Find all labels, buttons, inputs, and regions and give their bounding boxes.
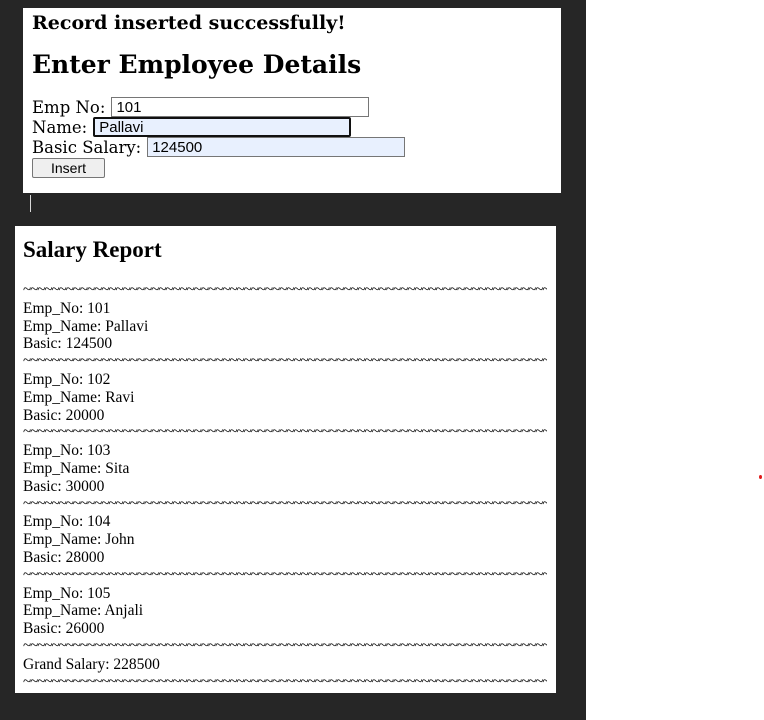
name-row: Name: bbox=[32, 116, 352, 138]
record-emp-name: Emp_Name: Pallavi bbox=[23, 317, 149, 335]
report-title: Salary Report bbox=[23, 237, 162, 262]
emp-no-row: Emp No: bbox=[32, 96, 370, 118]
separator-line: ~~~~~~~~~~~~~~~~~~~~~~~~~~~~~~~~~~~~~~~~… bbox=[23, 353, 547, 370]
separator-line: ~~~~~~~~~~~~~~~~~~~~~~~~~~~~~~~~~~~~~~~~… bbox=[23, 282, 547, 298]
separator-line: ~~~~~~~~~~~~~~~~~~~~~~~~~~~~~~~~~~~~~~~~… bbox=[23, 424, 547, 441]
record-emp-name: Emp_Name: John bbox=[23, 531, 135, 549]
basic-salary-row: Basic Salary: bbox=[32, 136, 406, 158]
emp-no-label: Emp No: bbox=[32, 97, 106, 117]
separator-line: ~~~~~~~~~~~~~~~~~~~~~~~~~~~~~~~~~~~~~~~~… bbox=[23, 673, 547, 690]
salary-report-panel: Salary Report ~~~~~~~~~~~~~~~~~~~~~~~~~~… bbox=[15, 226, 556, 693]
emp-no-input[interactable] bbox=[111, 97, 370, 117]
record-basic: Basic: 20000 bbox=[23, 406, 105, 424]
page: { "form": { "success_message": "Record i… bbox=[0, 0, 764, 720]
record-basic: Basic: 26000 bbox=[23, 620, 105, 638]
separator-line: ~~~~~~~~~~~~~~~~~~~~~~~~~~~~~~~~~~~~~~~~… bbox=[23, 495, 547, 512]
record-basic: Basic: 30000 bbox=[23, 477, 105, 495]
insert-button[interactable]: Insert bbox=[32, 158, 105, 178]
record-emp-no: Emp_No: 103 bbox=[23, 442, 111, 460]
separator-line: ~~~~~~~~~~~~~~~~~~~~~~~~~~~~~~~~~~~~~~~~… bbox=[23, 637, 547, 654]
record-emp-no: Emp_No: 101 bbox=[23, 299, 111, 317]
separator-line: ~~~~~~~~~~~~~~~~~~~~~~~~~~~~~~~~~~~~~~~~… bbox=[23, 566, 547, 583]
name-input[interactable] bbox=[93, 117, 352, 137]
red-dot-marker bbox=[759, 475, 762, 479]
record-emp-name: Emp_Name: Anjali bbox=[23, 602, 144, 620]
record-emp-no: Emp_No: 105 bbox=[23, 584, 111, 602]
record-emp-no: Emp_No: 104 bbox=[23, 513, 111, 531]
basic-salary-label: Basic Salary: bbox=[32, 137, 142, 157]
name-label: Name: bbox=[32, 117, 88, 137]
record-basic: Basic: 28000 bbox=[23, 548, 105, 566]
grand-salary: Grand Salary: 228500 bbox=[23, 655, 160, 673]
record-emp-name: Emp_Name: Sita bbox=[23, 459, 130, 477]
form-title: Enter Employee Details bbox=[32, 50, 362, 79]
employee-form-panel: Record inserted successfully! Enter Empl… bbox=[23, 8, 561, 193]
record-basic: Basic: 124500 bbox=[23, 335, 113, 353]
text-cursor bbox=[30, 195, 31, 212]
report-body: ~~~~~~~~~~~~~~~~~~~~~~~~~~~~~~~~~~~~~~~~… bbox=[23, 282, 547, 691]
record-emp-name: Emp_Name: Ravi bbox=[23, 388, 135, 406]
success-message: Record inserted successfully! bbox=[32, 12, 346, 34]
record-emp-no: Emp_No: 102 bbox=[23, 370, 111, 388]
basic-salary-input[interactable] bbox=[147, 137, 406, 157]
